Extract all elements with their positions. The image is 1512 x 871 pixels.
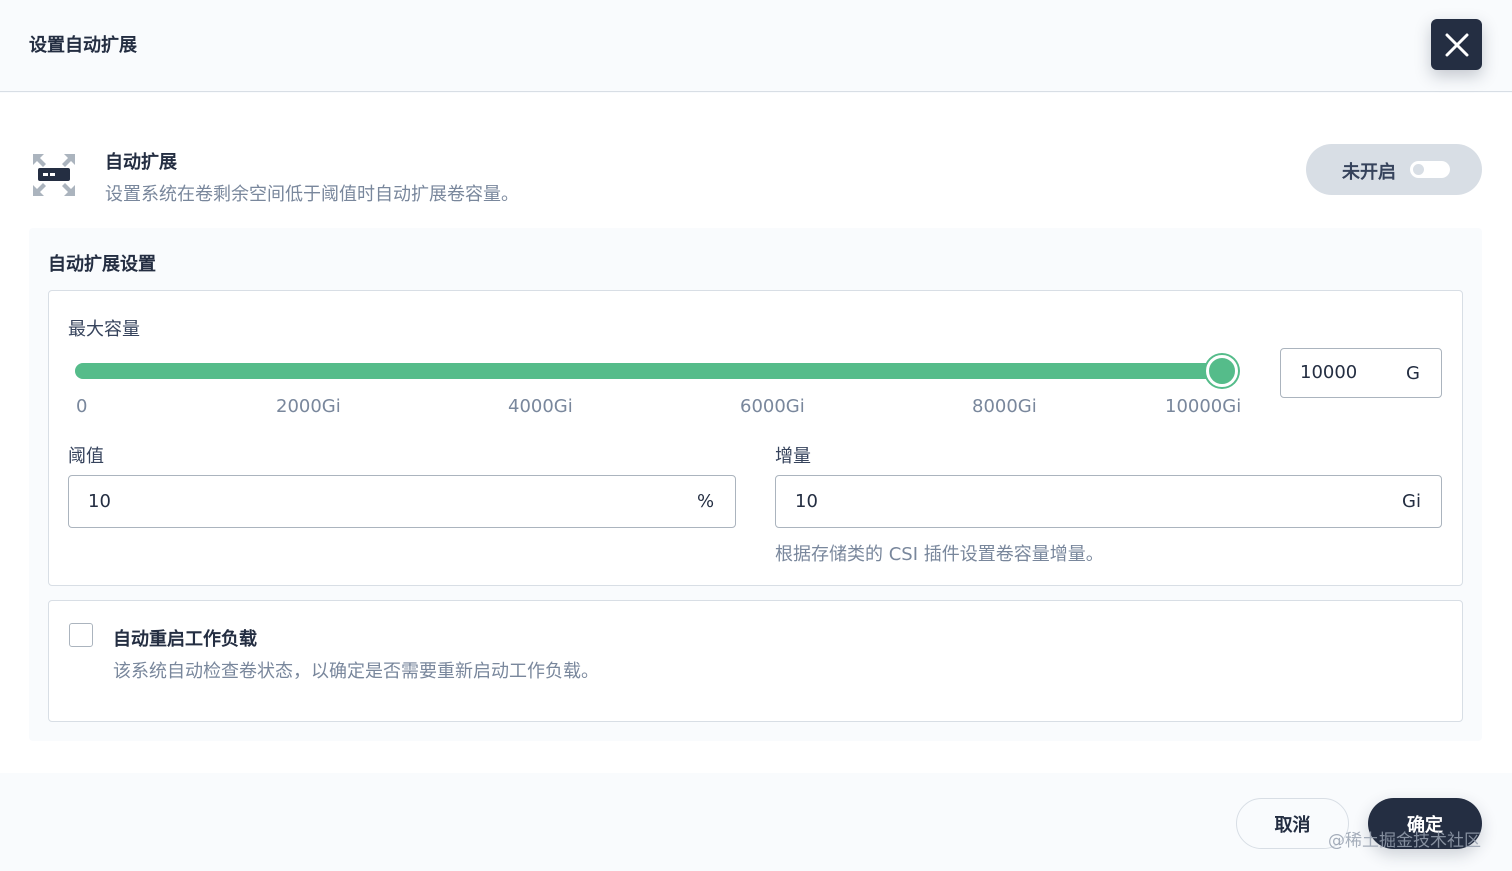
max-capacity-unit: G	[1406, 363, 1420, 384]
toggle-label: 未开启	[1342, 162, 1396, 183]
toggle-switch	[1410, 161, 1450, 178]
capacity-slider-fill	[75, 363, 1230, 379]
close-button[interactable]	[1431, 19, 1482, 70]
slider-tick: 4000Gi	[508, 396, 573, 417]
increment-input[interactable]: 10 Gi	[775, 475, 1442, 528]
toggle-knob	[1413, 164, 1424, 175]
increment-hint: 根据存储类的 CSI 插件设置卷容量增量。	[775, 544, 1104, 565]
increment-unit: Gi	[1402, 491, 1421, 512]
modal-header: 设置自动扩展	[0, 0, 1512, 92]
slider-tick: 10000Gi	[1165, 396, 1242, 417]
threshold-unit: %	[697, 491, 715, 512]
increment-label: 增量	[775, 446, 811, 467]
settings-title: 自动扩展设置	[48, 254, 156, 275]
max-capacity-value: 10000	[1300, 362, 1358, 383]
auto-expand-toggle[interactable]: 未开启	[1306, 144, 1482, 195]
slider-tick: 6000Gi	[740, 396, 805, 417]
threshold-value: 10	[88, 491, 111, 512]
capacity-slider-handle[interactable]	[1206, 355, 1238, 387]
restart-checkbox[interactable]	[69, 623, 93, 647]
feature-description: 设置系统在卷剩余空间低于阈值时自动扩展卷容量。	[105, 184, 519, 205]
slider-tick: 0	[76, 396, 88, 417]
slider-tick: 2000Gi	[276, 396, 341, 417]
slider-tick: 8000Gi	[972, 396, 1037, 417]
expand-icon	[33, 154, 75, 196]
feature-title: 自动扩展	[105, 152, 177, 173]
watermark: @稀土掘金技术社区	[1328, 831, 1481, 851]
restart-description: 该系统自动检查卷状态，以确定是否需要重新启动工作负载。	[113, 661, 599, 682]
max-capacity-input[interactable]: 10000 G	[1280, 348, 1442, 398]
capacity-card	[48, 290, 1463, 586]
increment-value: 10	[795, 491, 818, 512]
restart-title: 自动重启工作负载	[113, 629, 257, 650]
close-icon	[1445, 33, 1468, 56]
modal-title: 设置自动扩展	[29, 35, 137, 56]
threshold-input[interactable]: 10 %	[68, 475, 736, 528]
max-capacity-label: 最大容量	[68, 319, 140, 340]
capacity-slider-track[interactable]	[75, 363, 1238, 379]
threshold-label: 阈值	[68, 446, 104, 467]
